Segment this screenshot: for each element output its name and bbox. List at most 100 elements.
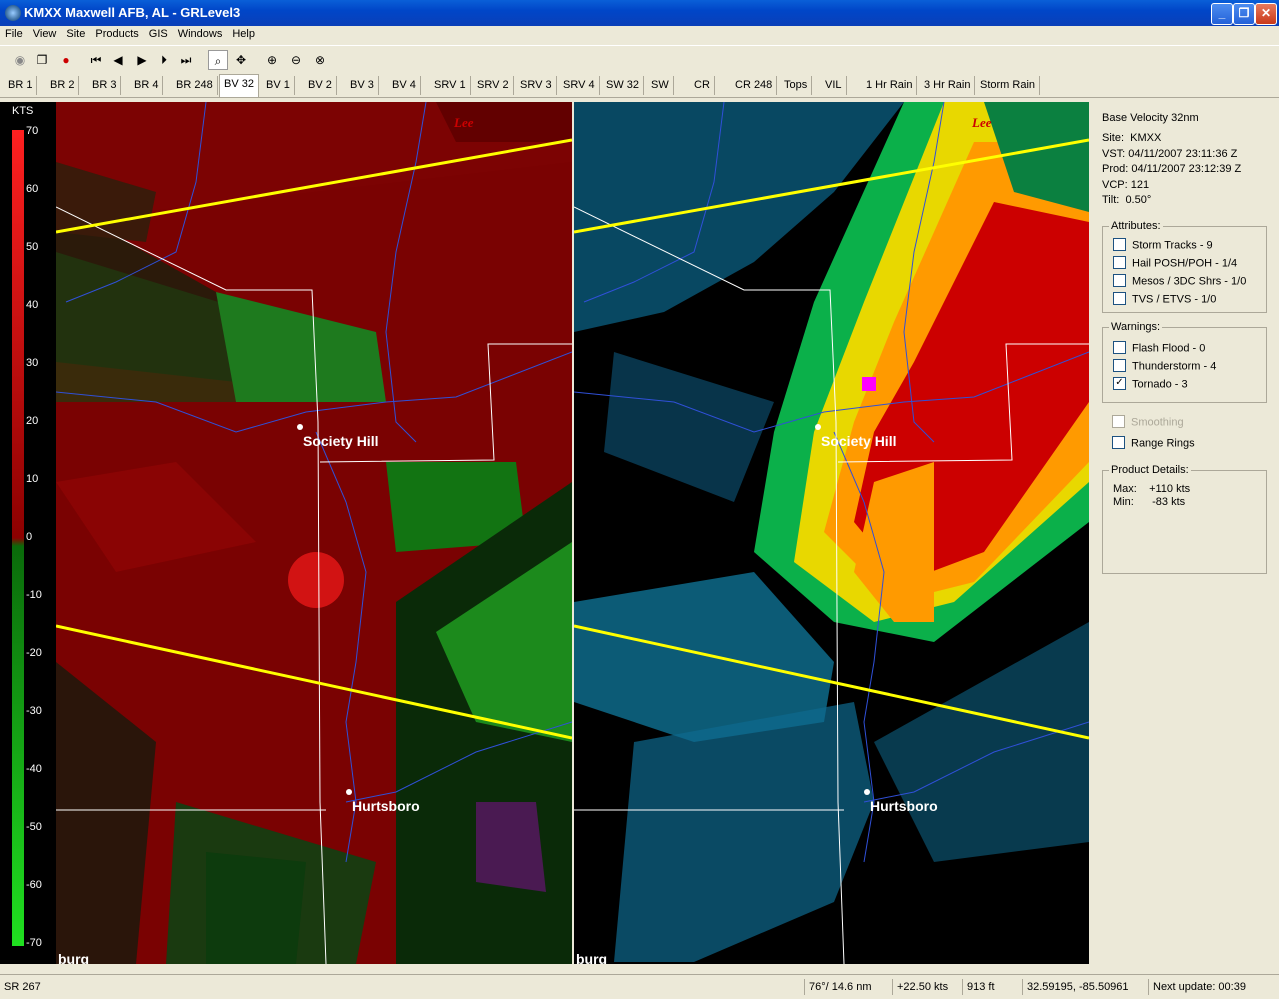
tab-cr248[interactable]: CR 248: [731, 76, 778, 95]
checkbox[interactable]: [1113, 359, 1126, 372]
color-bar-tick: 30: [26, 357, 39, 369]
attribute-mesos[interactable]: Mesos / 3DC Shrs - 1/0: [1113, 274, 1247, 288]
checkbox-checked[interactable]: ✓: [1113, 377, 1126, 390]
tab-br248[interactable]: BR 248: [172, 76, 218, 95]
status-height: 913 ft: [962, 979, 995, 995]
max-row: Max: +110 kts: [1113, 483, 1190, 495]
menu-windows[interactable]: Windows: [173, 26, 228, 40]
checkbox[interactable]: [1113, 256, 1126, 269]
tab-srv2[interactable]: SRV 2: [473, 76, 514, 95]
tab-br4[interactable]: BR 4: [130, 76, 164, 95]
tab-1hr-rain[interactable]: 1 Hr Rain: [862, 76, 918, 95]
velocity-color-bar: KTS 70 60 50 40 30 20 10 0 -10 -20 -30 -…: [0, 102, 56, 964]
product-details-group: Product Details: Max: +110 kts Min: -83 …: [1102, 464, 1267, 574]
close-button[interactable]: ✕: [1255, 3, 1277, 25]
city-marker: [864, 789, 870, 795]
velocity-map-panel[interactable]: Society Hill Hurtsboro Lee burg: [56, 102, 572, 964]
menu-bar: File View Site Products GIS Windows Help: [0, 26, 1279, 44]
city-label-society-hill: Society Hill: [303, 433, 378, 449]
tab-srv3[interactable]: SRV 3: [516, 76, 557, 95]
warning-flash-flood[interactable]: Flash Flood - 0: [1113, 341, 1206, 355]
tab-cr[interactable]: CR: [690, 76, 715, 95]
tab-srv1[interactable]: SRV 1: [430, 76, 471, 95]
checkbox[interactable]: [1112, 436, 1125, 449]
warning-thunderstorm[interactable]: Thunderstorm - 4: [1113, 359, 1216, 373]
menu-file[interactable]: File: [0, 26, 28, 40]
zoom-select-icon[interactable]: ⌕: [208, 50, 228, 70]
vst-value: 04/11/2007 23:11:36 Z: [1128, 148, 1238, 160]
status-latlon: 32.59195, -85.50961: [1022, 979, 1129, 995]
tab-br2[interactable]: BR 2: [46, 76, 80, 95]
tab-bv4[interactable]: BV 4: [388, 76, 421, 95]
pan-icon[interactable]: ✥: [231, 50, 251, 70]
last-frame-icon[interactable]: ⏭: [176, 50, 196, 70]
attribute-hail[interactable]: Hail POSH/POH - 1/4: [1113, 256, 1237, 270]
checkbox-label: TVS / ETVS - 1/0: [1132, 293, 1217, 306]
tab-bv3[interactable]: BV 3: [346, 76, 379, 95]
checkbox[interactable]: [1112, 415, 1125, 428]
city-marker: [815, 424, 821, 430]
tab-br3[interactable]: BR 3: [88, 76, 122, 95]
checkbox[interactable]: [1113, 238, 1126, 251]
reflectivity-map-panel[interactable]: Society Hill Hurtsboro Lee burg: [574, 102, 1089, 964]
tab-sw[interactable]: SW: [647, 76, 674, 95]
attributes-group: Attributes: Storm Tracks - 9 Hail POSH/P…: [1102, 220, 1267, 313]
city-label-hurtsboro: Hurtsboro: [870, 798, 938, 814]
play-icon[interactable]: ▶: [132, 50, 152, 70]
tab-br1[interactable]: BR 1: [4, 76, 38, 95]
menu-help[interactable]: Help: [227, 26, 260, 40]
menu-site[interactable]: Site: [61, 26, 90, 40]
vcp-row: VCP: 121: [1102, 179, 1149, 191]
checkbox[interactable]: [1113, 274, 1126, 287]
color-bar-tick: -30: [26, 705, 42, 717]
color-bar-tick: 60: [26, 183, 39, 195]
menu-products[interactable]: Products: [90, 26, 143, 40]
prev-frame-icon[interactable]: ◀: [108, 50, 128, 70]
site-label: Site:: [1102, 132, 1125, 144]
city-marker: [297, 424, 303, 430]
tilt-label: Tilt:: [1102, 194, 1120, 206]
range-rings-option[interactable]: Range Rings: [1112, 436, 1195, 450]
status-azimuth: 76°/ 14.6 nm: [804, 979, 872, 995]
tab-bv1[interactable]: BV 1: [262, 76, 295, 95]
next-frame-icon[interactable]: ⏵: [154, 50, 174, 70]
warning-tornado[interactable]: ✓ Tornado - 3: [1113, 377, 1188, 391]
minimize-button[interactable]: _: [1211, 3, 1233, 25]
edge-city-label: burg: [58, 951, 89, 964]
min-value: -83 kts: [1152, 496, 1186, 508]
copy-icon[interactable]: ❐: [32, 50, 52, 70]
tab-bv2[interactable]: BV 2: [304, 76, 337, 95]
record-icon[interactable]: ●: [56, 50, 76, 70]
smoothing-option[interactable]: Smoothing: [1112, 415, 1184, 429]
max-value: +110 kts: [1149, 483, 1191, 495]
tab-storm-rain[interactable]: Storm Rain: [976, 76, 1041, 95]
tab-sw32[interactable]: SW 32: [602, 76, 645, 95]
prod-row: Prod: 04/11/2007 23:12:39 Z: [1102, 163, 1241, 175]
tab-bv32[interactable]: BV 32: [219, 74, 259, 98]
menu-gis[interactable]: GIS: [144, 26, 173, 40]
globe-icon[interactable]: ◉: [10, 50, 30, 70]
site-value: KMXX: [1130, 132, 1162, 144]
vcp-label: VCP:: [1102, 179, 1128, 191]
zoom-reset-icon[interactable]: ⊗: [310, 50, 330, 70]
zoom-in-icon[interactable]: ⊕: [262, 50, 282, 70]
checkbox-label: Mesos / 3DC Shrs - 1/0: [1132, 275, 1247, 288]
tilt-row: Tilt: 0.50°: [1102, 194, 1151, 206]
tab-3hr-rain[interactable]: 3 Hr Rain: [920, 76, 976, 95]
maximize-button[interactable]: ❐: [1233, 3, 1255, 25]
menu-view[interactable]: View: [28, 26, 62, 40]
checkbox[interactable]: [1113, 292, 1126, 305]
attribute-tvs[interactable]: TVS / ETVS - 1/0: [1113, 292, 1217, 306]
zoom-out-icon[interactable]: ⊖: [286, 50, 306, 70]
tab-srv4[interactable]: SRV 4: [559, 76, 600, 95]
first-frame-icon[interactable]: ⏮: [86, 50, 106, 70]
warnings-group: Warnings: Flash Flood - 0 Thunderstorm -…: [1102, 321, 1267, 403]
tab-vil[interactable]: VIL: [821, 76, 847, 95]
prod-value: 04/11/2007 23:12:39 Z: [1131, 163, 1242, 175]
tab-tops[interactable]: Tops: [780, 76, 813, 95]
checkbox-label: Flash Flood - 0: [1132, 342, 1206, 355]
checkbox[interactable]: [1113, 341, 1126, 354]
attribute-storm-tracks[interactable]: Storm Tracks - 9: [1113, 238, 1213, 252]
title-bar: KMXX Maxwell AFB, AL - GRLevel3 _ ❐ ✕: [0, 0, 1279, 26]
city-marker: [346, 789, 352, 795]
